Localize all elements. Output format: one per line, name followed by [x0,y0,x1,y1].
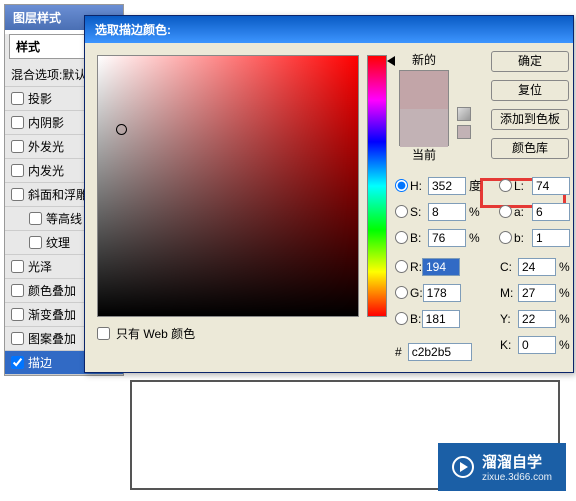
label-s: S: [410,205,428,219]
input-l[interactable] [532,177,570,195]
new-label: 新的 [399,51,449,68]
unit-k: % [559,338,575,352]
label-a: a: [514,205,532,219]
unit-m: % [559,286,575,300]
color-field[interactable] [97,55,359,317]
web-only-label: 只有 Web 颜色 [116,325,195,342]
cb-stroke[interactable] [11,356,24,369]
radio-s[interactable] [395,205,408,218]
radio-a[interactable] [499,205,512,218]
input-b-hsb[interactable] [428,229,466,247]
input-r[interactable] [422,258,460,276]
radio-l[interactable] [499,179,512,192]
label-g: G: [410,286,423,300]
watermark: 溜溜自学 zixue.3d66.com [438,443,566,491]
cb-color-overlay[interactable] [11,284,24,297]
dialog-buttons: 确定 复位 添加到色板 颜色库 [491,51,573,167]
cb-gradient-overlay[interactable] [11,308,24,321]
radio-h[interactable] [395,179,408,192]
hex-label: # [395,345,402,359]
preview-box [399,70,449,146]
cube-icon[interactable] [457,107,471,121]
dialog-title: 选取描边颜色: [85,16,573,43]
label-y: Y: [500,312,518,326]
cb-drop-shadow[interactable] [11,92,24,105]
add-swatch-button[interactable]: 添加到色板 [491,109,569,130]
cb-texture[interactable] [29,236,42,249]
radio-b-hsb[interactable] [395,231,408,244]
preview-current-swatch[interactable] [400,109,448,147]
cb-contour[interactable] [29,212,42,225]
label-b-rgb: B: [410,312,422,326]
input-s[interactable] [428,203,466,221]
reset-button[interactable]: 复位 [491,80,569,101]
input-m[interactable] [518,284,556,302]
label-c: C: [500,260,518,274]
hex-row: # [395,343,472,361]
unit-y: % [559,312,575,326]
color-lib-button[interactable]: 颜色库 [491,138,569,159]
dialog-body: 新的 当前 确定 复位 添加到色板 颜色库 H: 度 L: [85,43,573,373]
cb-inner-glow[interactable] [11,164,24,177]
web-only-row: 只有 Web 颜色 [97,325,195,342]
input-y[interactable] [518,310,556,328]
input-a[interactable] [532,203,570,221]
cb-pattern-overlay[interactable] [11,332,24,345]
cb-inner-shadow[interactable] [11,116,24,129]
input-h[interactable] [428,177,466,195]
input-b-rgb[interactable] [422,310,460,328]
unit-c: % [559,260,575,274]
input-c[interactable] [518,258,556,276]
play-icon [452,456,474,478]
color-inputs: H: 度 L: S: % a: [395,175,575,360]
radio-g[interactable] [395,286,408,299]
preview-new-swatch [400,71,448,109]
ok-button[interactable]: 确定 [491,51,569,72]
radio-b-lab[interactable] [499,231,512,244]
cb-web-only[interactable] [97,327,110,340]
radio-b-rgb[interactable] [395,312,408,325]
hue-slider[interactable] [367,55,387,317]
radio-r[interactable] [395,260,408,273]
color-picker-dialog: 选取描边颜色: 新的 当前 确定 复位 添加到色板 颜色库 H: [84,15,574,373]
label-m: M: [500,286,518,300]
cb-satin[interactable] [11,260,24,273]
input-g[interactable] [423,284,461,302]
label-r: R: [410,260,422,274]
label-b-lab: b: [514,231,532,245]
watermark-url: zixue.3d66.com [482,472,552,483]
unit-b-hsb: % [469,231,485,245]
unit-s: % [469,205,485,219]
color-marker-icon[interactable] [116,124,127,135]
input-b-lab[interactable] [532,229,570,247]
input-hex[interactable] [408,343,472,361]
watermark-brand: 溜溜自学 [482,451,552,472]
hue-arrow-icon[interactable] [387,56,395,66]
label-h: H: [410,179,428,193]
current-label: 当前 [399,146,449,163]
cb-outer-glow[interactable] [11,140,24,153]
label-b-hsb: B: [410,231,428,245]
small-swatch[interactable] [457,125,471,139]
label-k: K: [500,338,518,352]
label-l: L: [514,179,532,193]
cb-bevel[interactable] [11,188,24,201]
color-preview: 新的 当前 [399,51,449,165]
unit-h: 度 [469,177,485,194]
input-k[interactable] [518,336,556,354]
